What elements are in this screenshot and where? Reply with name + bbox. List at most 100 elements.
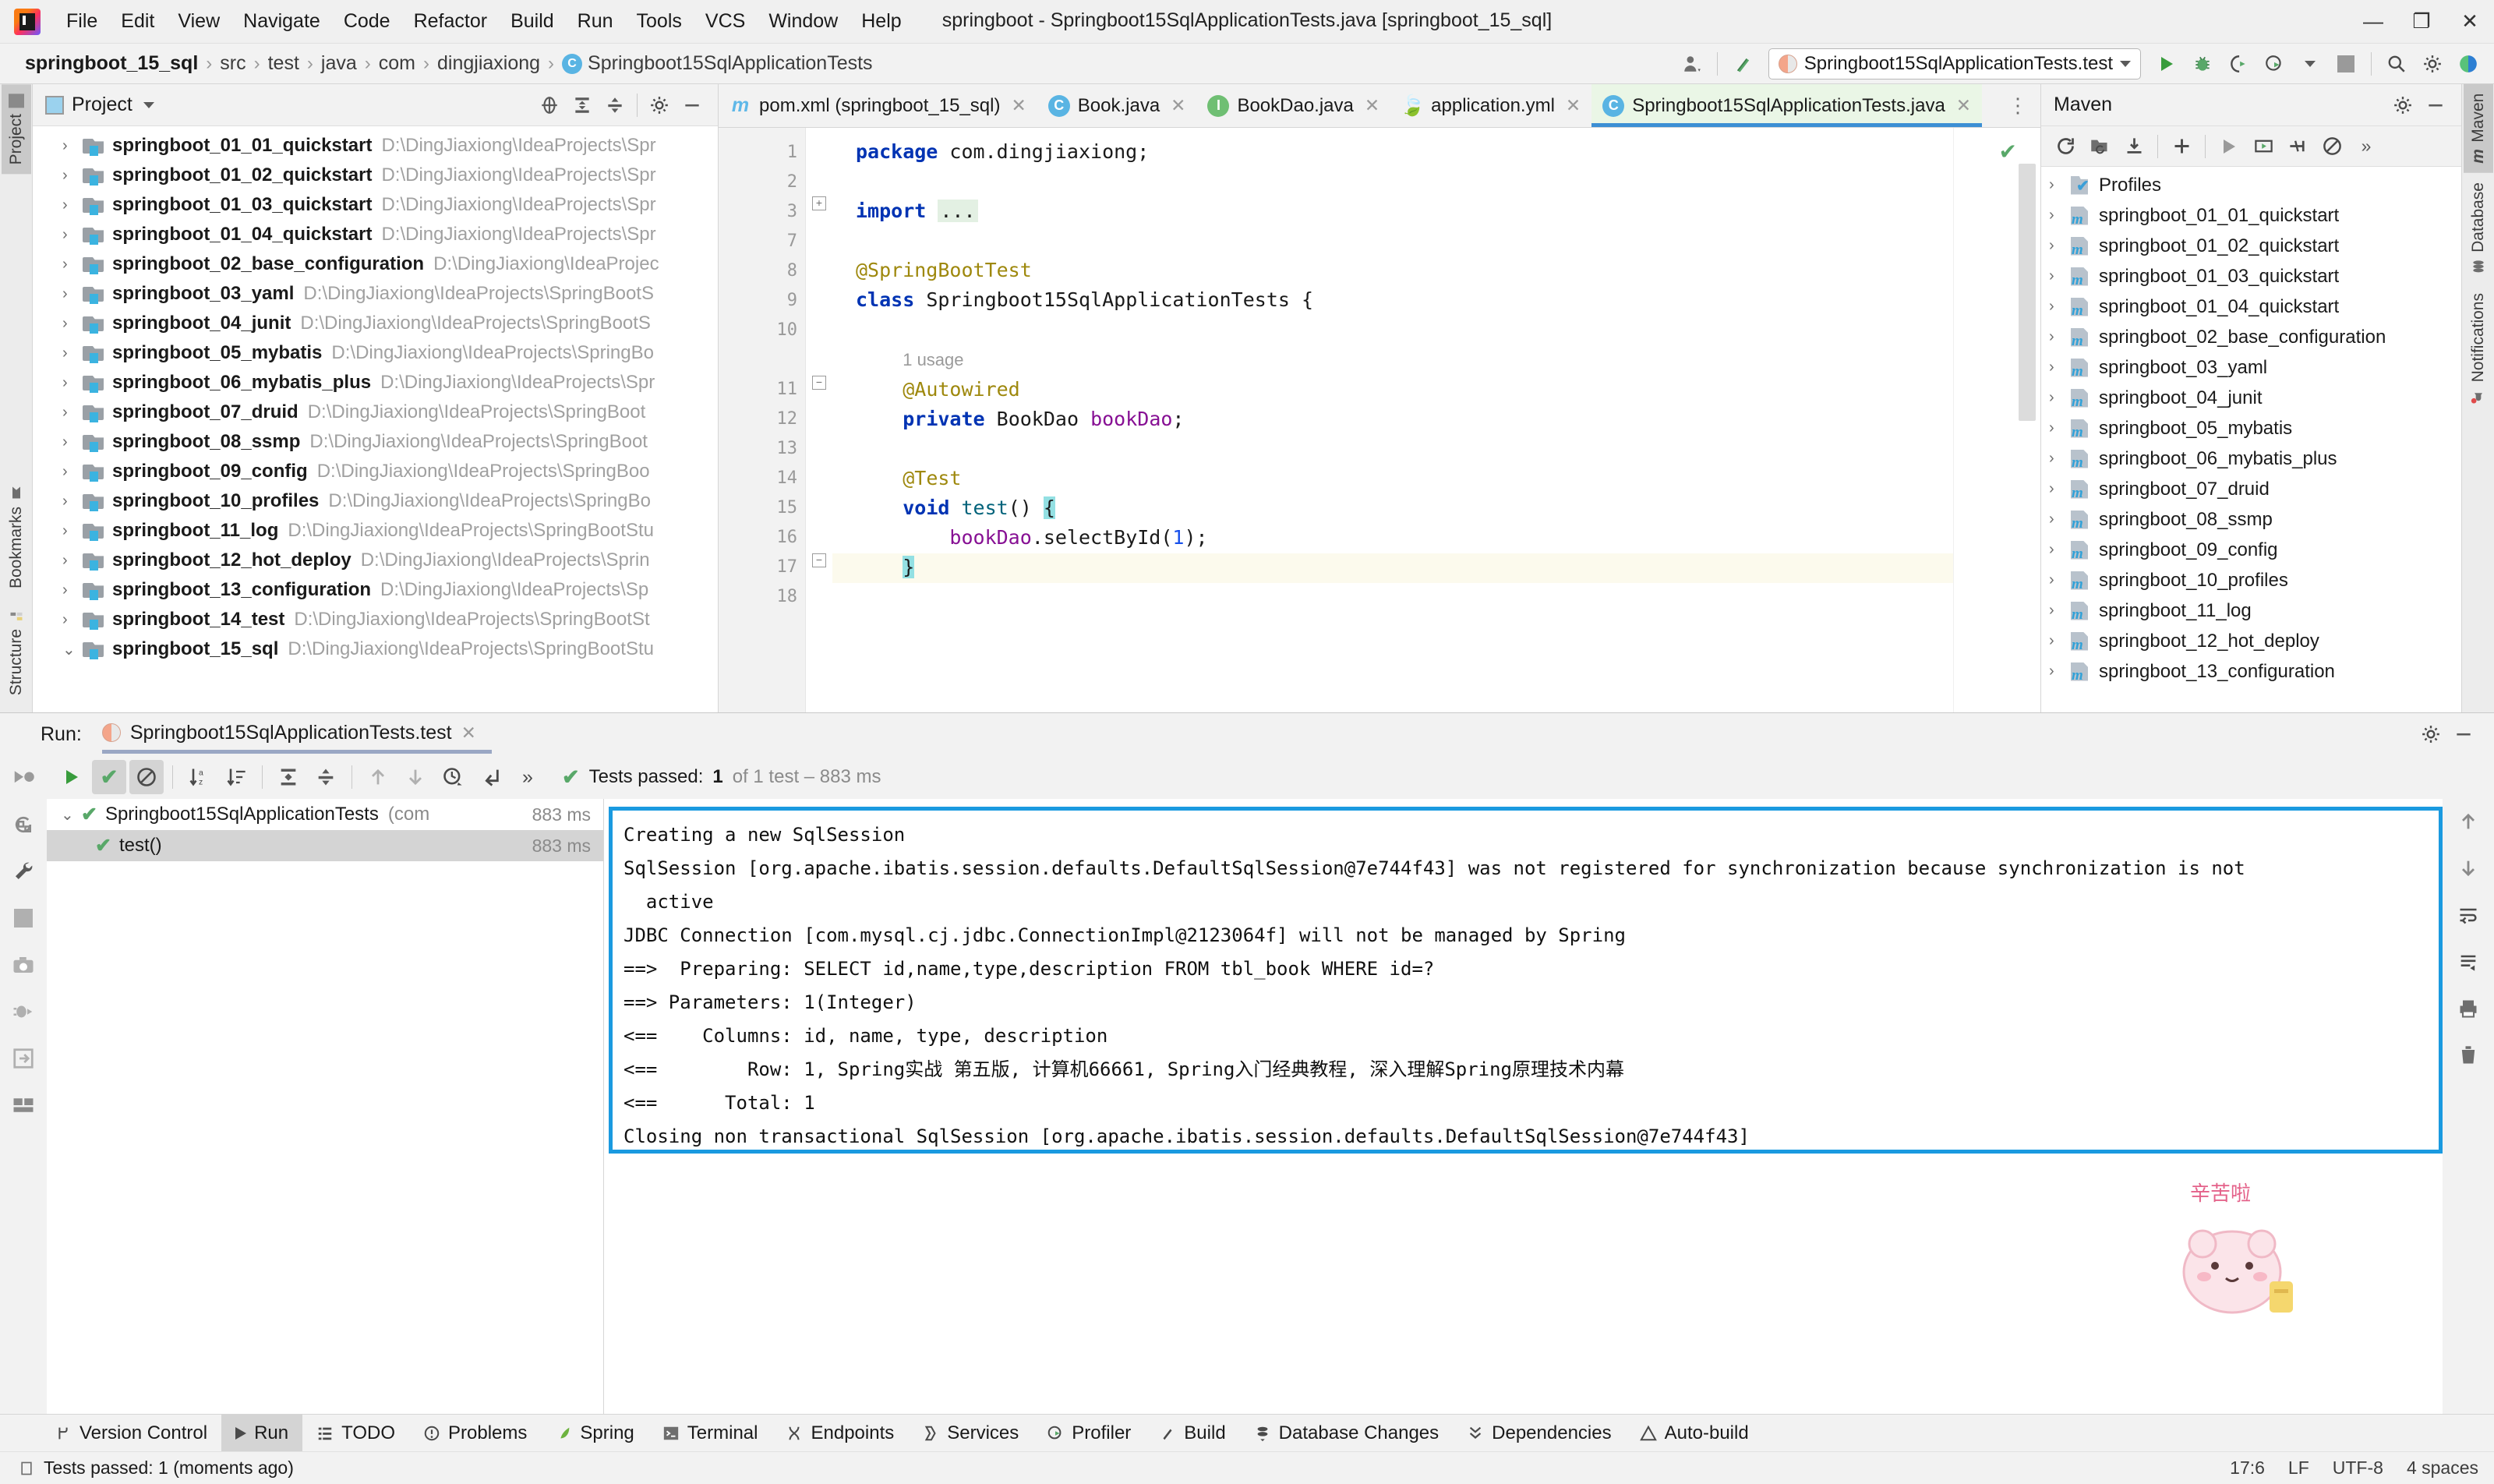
sidebar-item-notifications[interactable]: Notifications <box>2464 284 2493 413</box>
user-icon[interactable] <box>1676 48 1708 80</box>
tree-row[interactable]: › springboot_08_ssmp D:\DingJiaxiong\IdeaP… <box>33 427 718 457</box>
tool-button-database-changes[interactable]: Database Changes <box>1240 1415 1453 1452</box>
tree-row[interactable]: › springboot_09_config D:\DingJiaxiong\Ide… <box>33 457 718 486</box>
toggle-offline-icon[interactable] <box>2316 130 2348 163</box>
maven-row[interactable]: › springboot_02_base_configuration <box>2041 322 2461 352</box>
breadcrumb-item-com[interactable]: com <box>373 50 422 77</box>
maven-row[interactable]: › springboot_01_01_quickstart <box>2041 200 2461 231</box>
add-folder-icon[interactable] <box>2083 130 2116 163</box>
menu-run[interactable]: Run <box>566 5 625 37</box>
chevron-right-icon[interactable]: › <box>62 137 83 155</box>
collapse-all-icon[interactable] <box>309 760 343 794</box>
maven-row[interactable]: › springboot_06_mybatis_plus <box>2041 443 2461 474</box>
sidebar-item-structure[interactable]: Structure <box>2 598 31 705</box>
test-tree-row-method[interactable]: ✔ test() 883 ms <box>47 830 603 861</box>
profile-button[interactable] <box>2258 48 2291 80</box>
next-failed-icon[interactable] <box>398 760 433 794</box>
chevron-right-icon[interactable]: › <box>62 315 83 333</box>
menu-build[interactable]: Build <box>499 5 566 37</box>
console-output-area[interactable]: Creating a new SqlSession SqlSession [or… <box>604 799 2443 1414</box>
chevron-right-icon[interactable]: › <box>2049 298 2069 316</box>
tab-book-java[interactable]: C Book.java ✕ <box>1037 84 1197 127</box>
breadcrumb-item-src[interactable]: src <box>214 50 252 77</box>
maven-tree[interactable]: › Profiles › springboot_01_01_quickstart ›… <box>2041 167 2461 712</box>
tree-row[interactable]: › springboot_07_druid D:\DingJiaxiong\Idea… <box>33 398 718 427</box>
close-icon[interactable]: ✕ <box>1566 95 1581 116</box>
chevron-down-icon[interactable]: ⌄ <box>61 805 81 825</box>
editor-gutter[interactable]: 1 2 3 7 8 9 10 11 12 13 14 15 16 17 18 <box>719 128 824 712</box>
chevron-right-icon[interactable]: › <box>62 552 83 570</box>
menu-file[interactable]: File <box>55 5 109 37</box>
select-opened-file-icon[interactable] <box>533 89 566 122</box>
menu-window[interactable]: Window <box>757 5 850 37</box>
debug-button[interactable] <box>2186 48 2219 80</box>
tree-row[interactable]: › springboot_11_log D:\DingJiaxiong\IdeaPr… <box>33 516 718 546</box>
show-passed-icon[interactable]: ✔ <box>92 760 126 794</box>
chevron-right-icon[interactable]: › <box>2049 389 2069 407</box>
export-icon[interactable] <box>10 1045 37 1072</box>
hide-panel-icon[interactable] <box>676 89 708 122</box>
run-with-coverage-button[interactable] <box>2222 48 2255 80</box>
maven-row[interactable]: › springboot_01_04_quickstart <box>2041 292 2461 322</box>
chevron-right-icon[interactable]: › <box>2049 541 2069 559</box>
settings-button[interactable] <box>2416 48 2449 80</box>
chevron-down-icon[interactable] <box>2294 48 2326 80</box>
close-icon[interactable]: ✕ <box>1011 95 1026 116</box>
maven-row[interactable]: › springboot_05_mybatis <box>2041 413 2461 443</box>
gear-icon[interactable] <box>2386 89 2419 122</box>
tool-button-version-control[interactable]: Version Control <box>41 1415 221 1452</box>
menu-navigate[interactable]: Navigate <box>231 5 332 37</box>
chevron-right-icon[interactable]: › <box>62 344 83 362</box>
chevron-right-icon[interactable]: › <box>2049 480 2069 498</box>
close-button[interactable]: ✕ <box>2446 0 2494 44</box>
close-icon[interactable]: ✕ <box>1956 95 1971 116</box>
caret-position[interactable]: 17:6 <box>2230 1458 2265 1479</box>
chevron-right-icon[interactable]: › <box>62 285 83 303</box>
chevron-right-icon[interactable]: › <box>62 493 83 511</box>
tree-row[interactable]: › springboot_01_04_quickstart D:\DingJiaxi… <box>33 220 718 249</box>
chevron-right-icon[interactable]: › <box>2049 571 2069 589</box>
gear-icon[interactable] <box>643 89 676 122</box>
tree-row[interactable]: › springboot_01_01_quickstart D:\DingJiaxi… <box>33 131 718 161</box>
chevron-right-icon[interactable]: › <box>2049 359 2069 376</box>
chevron-right-icon[interactable]: › <box>2049 662 2069 680</box>
hide-panel-icon[interactable] <box>2419 89 2452 122</box>
maven-row[interactable]: › springboot_01_02_quickstart <box>2041 231 2461 261</box>
screenshot-icon[interactable] <box>10 952 37 978</box>
tab-springboot15sqlapplicationtests-java[interactable]: C Springboot15SqlApplicationTests.java ✕ <box>1591 84 1983 127</box>
maven-row[interactable]: › springboot_07_druid <box>2041 474 2461 504</box>
chevron-right-icon[interactable]: › <box>62 256 83 274</box>
maven-row[interactable]: › springboot_04_junit <box>2041 383 2461 413</box>
run-configuration-selector[interactable]: Springboot15SqlApplicationTests.test <box>1768 48 2141 80</box>
chevron-right-icon[interactable]: › <box>2049 237 2069 255</box>
rerun-automatically-icon[interactable] <box>10 811 37 838</box>
status-message[interactable]: Tests passed: 1 (moments ago) <box>44 1458 294 1479</box>
indent-setting[interactable]: 4 spaces <box>2407 1458 2478 1479</box>
import-tests-icon[interactable] <box>473 760 507 794</box>
breadcrumb-item-project[interactable]: springboot_15_sql <box>19 50 204 77</box>
console-output[interactable]: Creating a new SqlSession SqlSession [or… <box>609 807 2443 1154</box>
code-folding-column[interactable]: + − − <box>806 128 832 712</box>
tool-button-problems[interactable]: Problems <box>409 1415 541 1452</box>
chevron-down-icon[interactable]: ⌄ <box>62 640 83 659</box>
tool-button-todo[interactable]: TODO <box>302 1415 409 1452</box>
stop-button[interactable] <box>2330 48 2362 80</box>
editor-scrollbar-thumb[interactable] <box>2019 164 2036 421</box>
editor-viewport[interactable]: 1 2 3 7 8 9 10 11 12 13 14 15 16 17 18 +… <box>719 128 2040 712</box>
project-tree[interactable]: › springboot_01_01_quickstart D:\DingJiaxi… <box>33 126 718 712</box>
maven-row[interactable]: › springboot_03_yaml <box>2041 352 2461 383</box>
maximize-button[interactable]: ❐ <box>2397 0 2446 44</box>
tree-row[interactable]: › springboot_03_yaml D:\DingJiaxiong\IdeaP… <box>33 279 718 309</box>
tool-button-auto-build[interactable]: Auto-build <box>1626 1415 1763 1452</box>
maven-row[interactable]: › springboot_01_03_quickstart <box>2041 261 2461 292</box>
breadcrumb-item-class[interactable]: C Springboot15SqlApplicationTests <box>556 50 879 77</box>
menu-view[interactable]: View <box>166 5 231 37</box>
usage-hint[interactable]: 1 usage <box>903 350 963 369</box>
run-tab[interactable]: Springboot15SqlApplicationTests.test ✕ <box>101 722 492 754</box>
sort-alphabetically-icon[interactable]: az <box>182 760 216 794</box>
show-ignored-icon[interactable] <box>129 760 164 794</box>
skip-tests-icon[interactable] <box>2281 130 2314 163</box>
scroll-to-end-icon[interactable] <box>2455 949 2482 975</box>
hide-panel-icon[interactable] <box>2447 718 2480 751</box>
tree-row[interactable]: › springboot_13_configuration D:\DingJiaxi… <box>33 575 718 605</box>
